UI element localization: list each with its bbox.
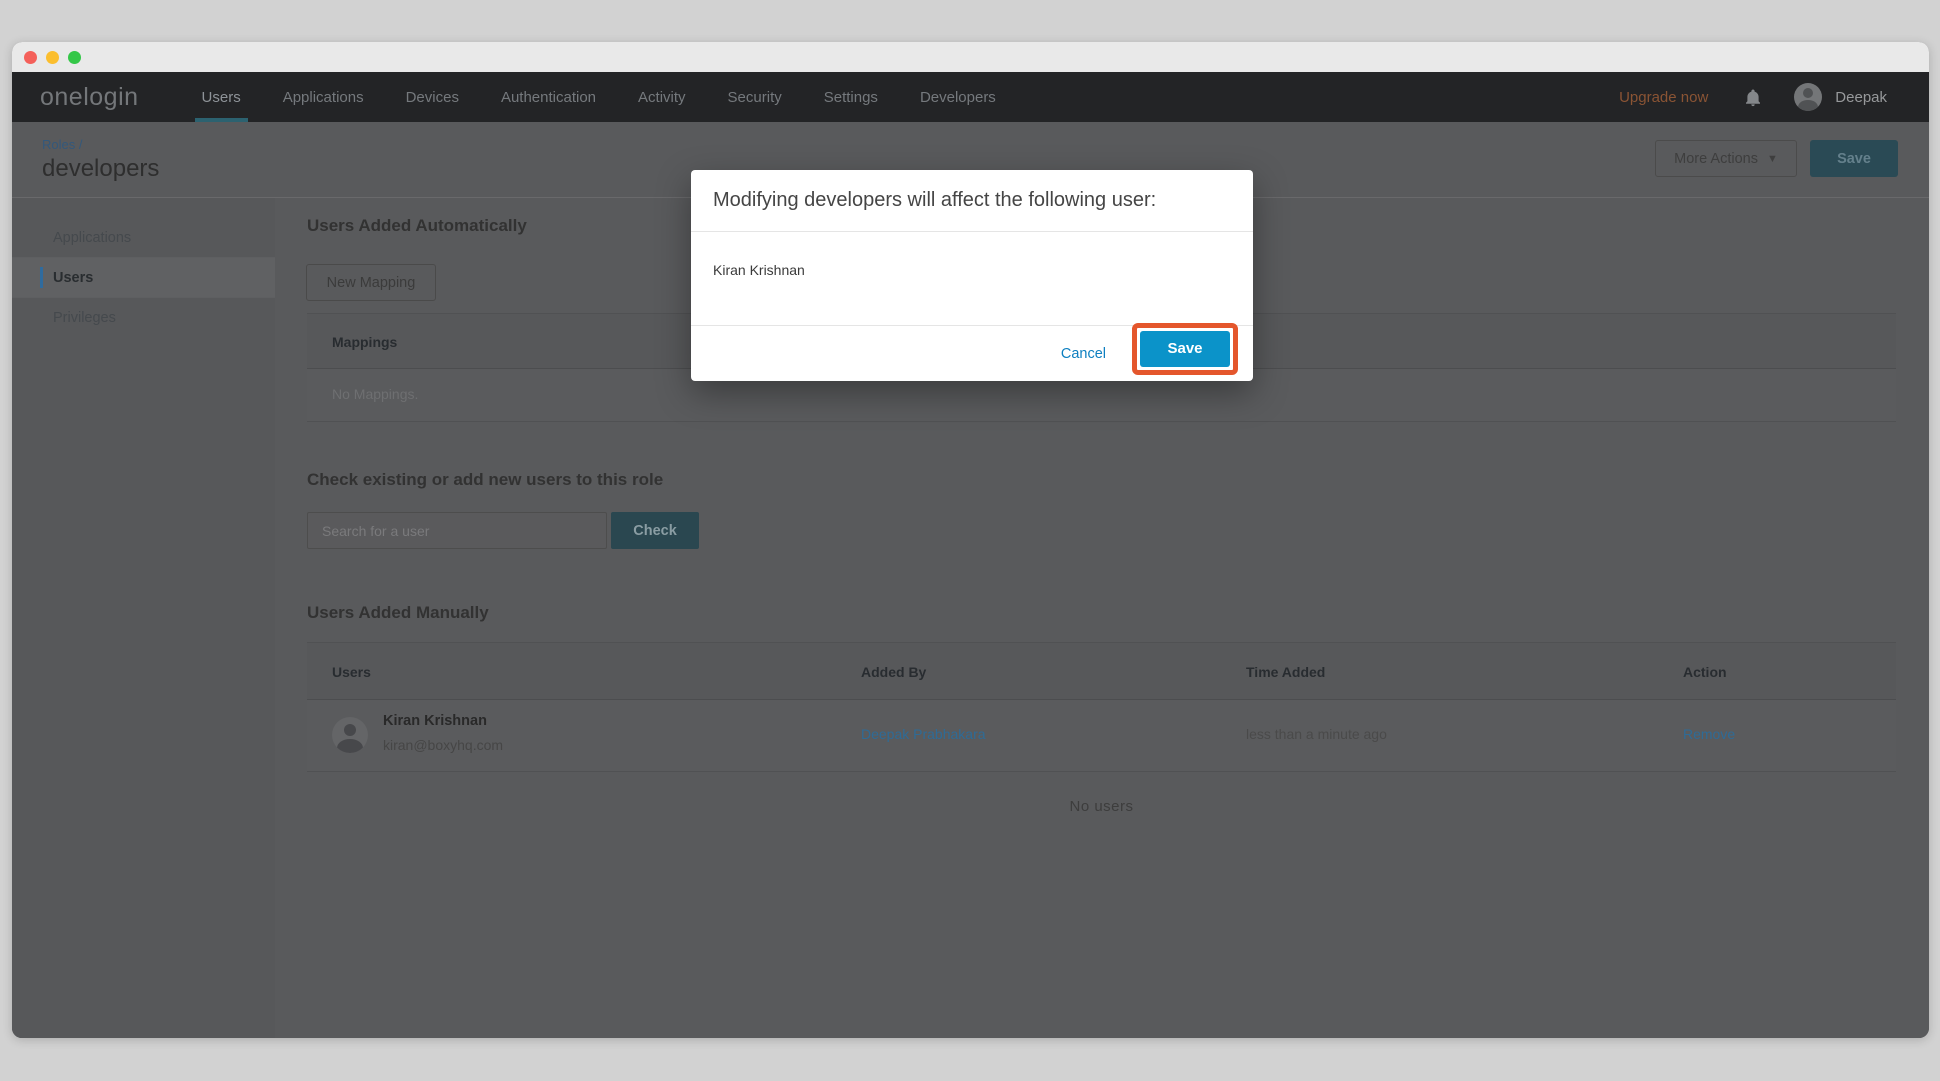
desktop-background: onelogin Users Applications Devices Auth…: [0, 0, 1940, 1081]
modal-affected-user: Kiran Krishnan: [713, 262, 1231, 278]
modal-save-button[interactable]: Save: [1140, 331, 1230, 367]
confirm-modal: Modifying developers will affect the fol…: [691, 170, 1253, 381]
modal-footer: Cancel Save: [691, 326, 1253, 381]
modal-title: Modifying developers will affect the fol…: [713, 188, 1231, 213]
modal-body: Kiran Krishnan: [691, 232, 1253, 326]
modal-cancel-button[interactable]: Cancel: [1061, 346, 1106, 362]
save-highlight-annotation: Save: [1132, 323, 1238, 375]
modal-header: Modifying developers will affect the fol…: [691, 170, 1253, 232]
